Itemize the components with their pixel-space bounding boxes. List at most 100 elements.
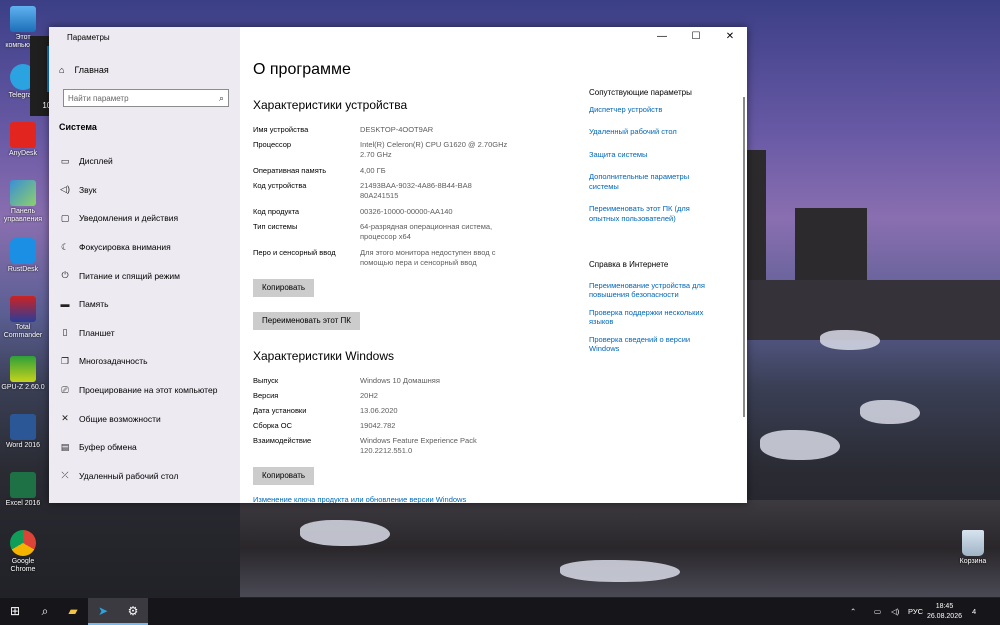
- sidebar-item-tablet[interactable]: ▯ Планшет: [49, 319, 240, 348]
- sidebar-item-sound[interactable]: ◁) Звук: [49, 176, 240, 205]
- help-link[interactable]: Переименование устройства для повышения …: [589, 281, 717, 300]
- rustdesk-icon: [10, 238, 36, 264]
- notifications-icon: ▢: [60, 212, 70, 223]
- spec-key: Процессор: [253, 140, 292, 149]
- spec-key: Сборка ОС: [253, 421, 293, 430]
- spec-row: Версия 20H2: [253, 391, 543, 401]
- desktop-icon-label: Total Commander: [3, 324, 43, 339]
- maximize-button[interactable]: ☐: [679, 27, 713, 47]
- spec-value: DESKTOP-4OOT9AR: [360, 125, 434, 134]
- sidebar-item-label: Питание и спящий режим: [79, 270, 180, 281]
- anydesk-icon: [10, 122, 36, 148]
- advanced-system-settings-link[interactable]: Дополнительные параметры системы: [589, 172, 707, 191]
- desktop-icon-label: Google Chrome: [10, 558, 36, 573]
- sound-icon: ◁): [60, 184, 70, 195]
- copy-windows-specs-button[interactable]: Копировать: [253, 467, 315, 485]
- desktop-icon-label: Корзина: [959, 558, 987, 565]
- sidebar-item-notifications[interactable]: ▢ Уведомления и действия: [49, 204, 240, 233]
- search-placeholder: Найти параметр: [68, 94, 129, 103]
- rename-pc-button[interactable]: Переименовать этот ПК: [253, 312, 360, 330]
- spec-key: Имя устройства: [253, 125, 309, 134]
- spec-row: Тип системы 64-разрядная операционная си…: [253, 222, 543, 242]
- copy-device-specs-button[interactable]: Копировать: [253, 279, 315, 297]
- desktop-icon-chrome[interactable]: Google Chrome: [0, 530, 46, 574]
- sidebar-item-projecting[interactable]: ⎚ Проецирование на этот компьютер: [49, 376, 240, 405]
- close-button[interactable]: ✕: [713, 27, 747, 47]
- tray-chevron-icon[interactable]: ⌃: [850, 598, 856, 625]
- notification-center-icon[interactable]: 4: [972, 598, 976, 625]
- system-protection-link[interactable]: Защита системы: [589, 150, 729, 160]
- taskbar-settings[interactable]: ⚙: [118, 598, 148, 625]
- sidebar-item-label: Звук: [79, 184, 97, 195]
- desktop-icon-total-commander[interactable]: Total Commander: [0, 296, 46, 340]
- related-settings-heading: Сопутствующие параметры: [589, 88, 692, 97]
- desktop-icon-recycle-bin[interactable]: Корзина: [950, 530, 996, 565]
- sidebar-item-storage[interactable]: ▬ Память: [49, 290, 240, 319]
- desktop-icon-label: AnyDesk: [8, 150, 37, 157]
- shared-icon: ✕: [61, 413, 69, 424]
- remote-desktop-link[interactable]: Удаленный рабочий стол: [589, 127, 729, 137]
- spec-key: Версия: [253, 391, 279, 400]
- volume-icon[interactable]: ◁): [891, 598, 899, 625]
- excel-icon: [10, 472, 36, 498]
- desktop-icon-control-panel[interactable]: Панель управления: [0, 180, 46, 224]
- spec-row: Взаимодействие Windows Feature Experienc…: [253, 436, 543, 456]
- wallpaper-snow: [860, 400, 920, 424]
- chrome-icon: [10, 530, 36, 556]
- clock-time: 18:45: [935, 603, 954, 610]
- total-commander-icon: [10, 296, 36, 322]
- desktop-icon-rustdesk[interactable]: RustDesk: [0, 238, 46, 274]
- power-icon: ⏻: [61, 270, 69, 281]
- spec-value: 19042.782: [360, 421, 396, 430]
- sidebar-item-label: Планшет: [79, 327, 115, 338]
- spec-row: Оперативная память 4,00 ГБ: [253, 166, 543, 176]
- spec-value: 20H2: [360, 391, 378, 400]
- spec-row: Перо и сенсорный ввод Для этого монитора…: [253, 248, 543, 268]
- network-icon[interactable]: ▭: [874, 598, 881, 625]
- sidebar-item-focus[interactable]: ☾ Фокусировка внимания: [49, 233, 240, 262]
- window-title: Параметры: [67, 33, 110, 42]
- desktop-icon-excel[interactable]: Excel 2016: [0, 472, 46, 508]
- language-indicator[interactable]: РУС: [908, 598, 923, 625]
- start-button[interactable]: ⊞: [0, 598, 30, 625]
- clock-date: 26.08.2026: [926, 613, 962, 620]
- search-button[interactable]: ⌕: [30, 598, 60, 625]
- help-link[interactable]: Проверка поддержки нескольких языков: [589, 308, 719, 327]
- spec-row: Код устройства 21493BAA-9032-4A86-8B44-B…: [253, 181, 543, 201]
- desktop-icon-anydesk[interactable]: AnyDesk: [0, 122, 46, 158]
- clock[interactable]: 18:45 26.08.2026: [927, 602, 962, 622]
- minimize-button[interactable]: —: [645, 27, 679, 47]
- desktop-icon-label: RustDesk: [7, 266, 39, 273]
- sidebar-item-display[interactable]: ▭ Дисплей: [49, 147, 240, 176]
- desktop-icon-gpuz[interactable]: GPU-Z 2.60.0: [0, 356, 46, 392]
- sidebar-item-label: Общие возможности: [79, 413, 161, 424]
- control-panel-icon: [10, 180, 36, 206]
- wallpaper-wall: [746, 280, 1000, 340]
- content-scrollbar[interactable]: [743, 97, 745, 417]
- sidebar-item-label: Буфер обмена: [79, 442, 137, 453]
- clipboard-icon: ▤: [60, 441, 70, 452]
- sidebar-item-power[interactable]: ⏻ Питание и спящий режим: [49, 261, 240, 290]
- taskbar-telegram[interactable]: ➤: [88, 598, 118, 625]
- window-controls: — ☐ ✕: [645, 27, 747, 47]
- spec-value: 13.06.2020: [360, 406, 398, 415]
- sidebar-item-remote-desktop[interactable]: ⤫ Удаленный рабочий стол: [49, 462, 240, 491]
- rename-pc-advanced-link[interactable]: Переименовать этот ПК (для опытных польз…: [589, 204, 707, 223]
- word-icon: [10, 414, 36, 440]
- sidebar-item-multitasking[interactable]: ❐ Многозадачность: [49, 347, 240, 376]
- online-help-heading: Справка в Интернете: [589, 260, 669, 269]
- spec-value: Windows Feature Experience Pack 120.2212…: [360, 436, 477, 455]
- taskbar-file-explorer[interactable]: ▰: [58, 598, 88, 625]
- desktop-icon-word[interactable]: Word 2016: [0, 414, 46, 450]
- windows-specs-heading: Характеристики Windows: [253, 349, 394, 363]
- sidebar-item-clipboard[interactable]: ▤ Буфер обмена: [49, 433, 240, 462]
- sidebar-item-shared[interactable]: ✕ Общие возможности: [49, 404, 240, 433]
- storage-icon: ▬: [60, 299, 70, 310]
- device-manager-link[interactable]: Диспетчер устройств: [589, 105, 729, 115]
- spec-key: Выпуск: [253, 376, 279, 385]
- search-input[interactable]: Найти параметр ⌕: [63, 89, 229, 107]
- help-link[interactable]: Проверка сведений о версии Windows: [589, 335, 707, 354]
- home-button[interactable]: ⌂ Главная: [59, 65, 109, 75]
- change-product-key-link[interactable]: Изменение ключа продукта или обновление …: [253, 495, 466, 503]
- gear-icon: ⚙: [127, 604, 139, 618]
